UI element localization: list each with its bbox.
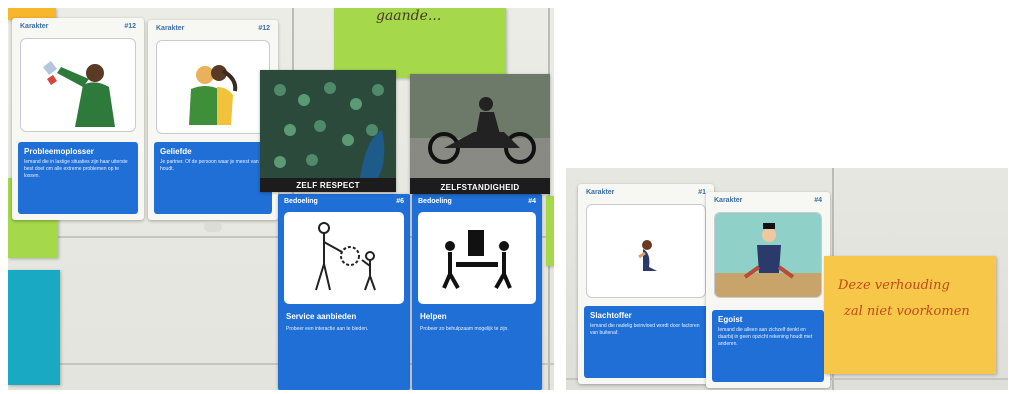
juggling-person-illustration (43, 61, 115, 127)
card-description-panel: Probleemoplosser Iemand die in lastige s… (18, 142, 138, 214)
motorcycle-photo (410, 74, 550, 178)
card-text: Iemand die in lastige situaties zijn haa… (24, 159, 128, 179)
card-title: Helpen (420, 312, 447, 321)
card-number: #4 (528, 198, 536, 205)
note-line-1: Deze verhouding (838, 278, 950, 293)
card-text: Probeer een interactie aan te bieden. (286, 326, 369, 332)
card-number: #4 (814, 197, 822, 204)
card-category: Karakter (714, 197, 743, 204)
egoist-illustration (715, 213, 821, 297)
peacock-photo (260, 70, 396, 178)
card-text: Probeer zo behulpzaam mogelijk te zijn. (420, 326, 509, 332)
victim-illustration (638, 240, 657, 271)
sticky-handwriting: gaande... (376, 8, 442, 24)
card-description-panel: Egoist Iemand die alleen aan zichzelf de… (712, 310, 824, 382)
card-illustration (586, 204, 706, 298)
value-label: ZELFSTANDIGHEID (440, 183, 520, 192)
card-title: Egoist (718, 315, 743, 324)
note-line-2: zal niet voorkomen (844, 304, 970, 319)
card-illustration (156, 40, 270, 134)
card-category: Karakter (20, 23, 49, 30)
yellow-sticky-note: Deze verhouding zal niet voorkomen (824, 256, 996, 374)
card-number: #12 (124, 23, 136, 30)
card-title: Slachtoffer (590, 311, 632, 320)
card-number: #6 (396, 198, 404, 205)
value-photo-card: ZELF RESPECT (260, 70, 396, 192)
card-text: Iemand die nadelig beinvloed wordt door … (590, 323, 700, 336)
service-pictogram (315, 222, 376, 291)
right-photo: Karakter #1 Slachtoffer Iemand die nadel… (566, 168, 1008, 390)
card-description-panel: Slachtoffer Iemand die nadelig beinvloed… (584, 306, 708, 378)
card-text: Iemand die alleen aan zichzelf denkt en … (718, 327, 813, 347)
hugging-couple-illustration (189, 65, 238, 125)
value-label: ZELF RESPECT (296, 181, 360, 190)
character-card: Karakter #4 Egoist Iemand die alleen aan… (706, 192, 830, 388)
card-text: Je partner. Of de persoon waar je meest … (160, 159, 259, 172)
card-illustration (714, 212, 822, 298)
card-illustration (418, 212, 536, 304)
character-card: Karakter #12 Geliefde Je partner. Of de … (148, 20, 278, 220)
magnet (204, 222, 222, 232)
helping-pictogram (442, 230, 512, 289)
intention-card: Bedoeling #6 Service aanbieden Probeer e… (278, 194, 410, 390)
green-sticky-note-edge (546, 196, 554, 266)
left-photo: gaande... Karakter #12 Probleemoplosser … (8, 8, 554, 390)
character-card: Karakter #12 Probleemoplosser Iemand die… (12, 18, 144, 220)
card-illustration (20, 38, 136, 132)
card-title: Service aanbieden (286, 312, 357, 321)
intention-card: Bedoeling #4 Helpen Probeer zo behulpzaa… (412, 194, 542, 390)
card-category: Karakter (156, 25, 185, 32)
card-number: #1 (698, 189, 706, 196)
character-card: Karakter #1 Slachtoffer Iemand die nadel… (578, 184, 714, 384)
value-photo-card: ZELFSTANDIGHEID (410, 74, 550, 194)
card-category: Bedoeling (284, 198, 318, 205)
card-category: Karakter (586, 189, 615, 196)
card-category: Bedoeling (418, 198, 452, 205)
card-title: Geliefde (160, 147, 192, 156)
card-number: #12 (258, 25, 270, 32)
card-description-panel: Geliefde Je partner. Of de persoon waar … (154, 142, 272, 214)
card-title: Probleemoplosser (24, 147, 94, 156)
green-sticky-note-top: gaande... (334, 8, 506, 78)
card-illustration (284, 212, 404, 304)
teal-sticky-note (8, 270, 60, 385)
